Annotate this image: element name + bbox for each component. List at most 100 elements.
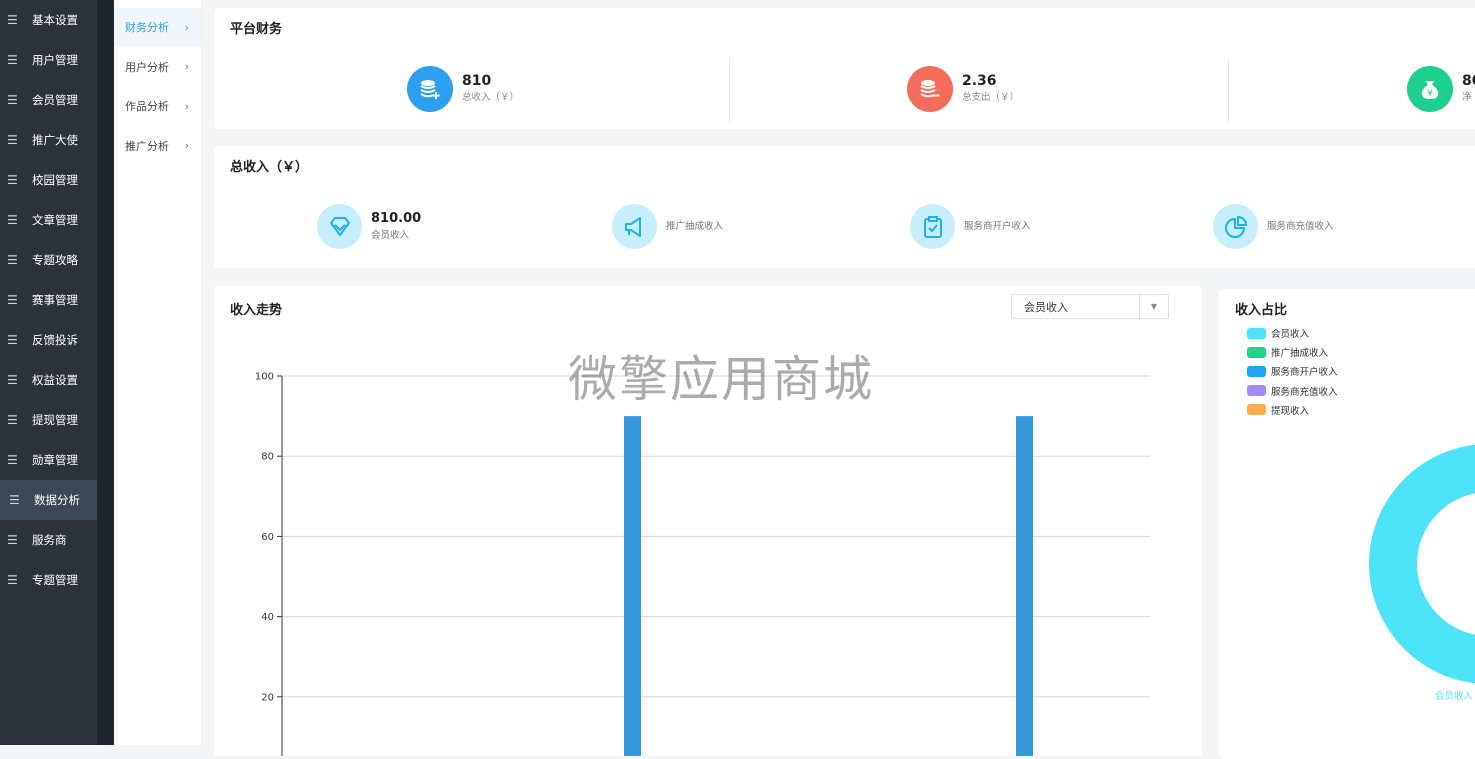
stat-net: ¥ 80 净 <box>1407 66 1475 112</box>
income-label: 推广抽成收入 <box>666 220 724 232</box>
y-tick-label: 100 <box>255 372 274 383</box>
nav-item-14[interactable]: ☰ 专题管理 <box>0 560 97 600</box>
nav-item-11[interactable]: ☰ 勋章管理 <box>0 440 97 480</box>
stat-total-expense: 2.36 总支出（￥） <box>907 66 1019 112</box>
clipboard-check-icon <box>910 204 955 249</box>
bar[interactable] <box>1016 416 1033 756</box>
donut-slice-label: 会员收入 <box>1435 691 1474 702</box>
main-nav: ☰ 基本设置 ☰ 用户管理 ☰ 会员管理 ☰ 推广大使 ☰ 校园管理 ☰ 文章管理 ☰ 专题攻略 ☰ 赛事管理… <box>0 0 97 745</box>
menu-icon: ☰ <box>7 173 18 187</box>
nav-item-label: 校园管理 <box>32 173 78 187</box>
menu-icon: ☰ <box>7 133 18 147</box>
nav-item-label: 用户管理 <box>32 53 78 67</box>
income-promotion: 推广抽成收入 <box>612 204 723 249</box>
nav-item-label: 勋章管理 <box>32 453 78 467</box>
nav-item-label: 文章管理 <box>32 213 78 227</box>
nav-item-3[interactable]: ☰ 推广大使 <box>0 120 97 160</box>
nav-item-5[interactable]: ☰ 文章管理 <box>0 200 97 240</box>
nav-item-label: 专题管理 <box>32 573 78 587</box>
chevron-right-icon: › <box>184 99 189 113</box>
y-tick-label: 60 <box>261 532 274 543</box>
stat-value: 2.36 <box>962 73 997 89</box>
chevron-right-icon: › <box>184 60 189 73</box>
income-label: 服务商充值收入 <box>1267 220 1334 232</box>
stat-label: 净 <box>1462 92 1472 103</box>
nav-item-6[interactable]: ☰ 专题攻略 <box>0 240 97 280</box>
menu-icon: ☰ <box>7 93 18 107</box>
divider <box>729 58 730 122</box>
nav-item-label: 反馈投诉 <box>32 333 78 347</box>
submenu-item-3[interactable]: 推广分析 › <box>114 127 201 165</box>
nav-item-label: 推广大使 <box>32 133 78 147</box>
pie-chart-icon <box>1213 204 1258 249</box>
submenu-item-2[interactable]: 作品分析 › <box>114 87 201 125</box>
svg-text:¥: ¥ <box>1427 89 1433 99</box>
menu-icon: ☰ <box>7 53 18 67</box>
chevron-right-icon: › <box>184 139 189 152</box>
submenu-item-label: 推广分析 <box>125 139 169 153</box>
stat-value: 810 <box>462 73 492 89</box>
menu-icon: ☰ <box>7 213 18 227</box>
chevron-up-icon[interactable]: ⌃ <box>101 0 110 7</box>
watermark: 微擎应用商城 <box>568 351 875 408</box>
menu-icon: ☰ <box>7 533 18 547</box>
nav-item-10[interactable]: ☰ 提现管理 <box>0 400 97 440</box>
sub-menu: 财务分析 › 用户分析 › 作品分析 › 推广分析 › <box>114 0 202 745</box>
nav-item-1[interactable]: ☰ 用户管理 <box>0 40 97 80</box>
nav-item-label: 赛事管理 <box>32 293 78 307</box>
stat-label: 总收入（￥） <box>462 92 520 103</box>
nav-item-8[interactable]: ☰ 反馈投诉 <box>0 320 97 360</box>
stat-value: 80 <box>1462 73 1475 89</box>
card-title: 平台财务 <box>230 22 283 37</box>
menu-icon: ☰ <box>7 253 18 267</box>
menu-icon: ☰ <box>7 573 18 587</box>
coins-plus-icon <box>407 66 453 112</box>
submenu-item-label: 作品分析 <box>125 100 169 113</box>
megaphone-icon <box>612 204 657 249</box>
menu-icon: ☰ <box>9 493 20 507</box>
nav-item-label: 权益设置 <box>32 373 78 387</box>
income-label: 会员收入 <box>371 229 410 241</box>
nav-item-label: 数据分析 <box>34 493 80 507</box>
nav-collapse-strip[interactable]: ⌃ <box>97 0 114 745</box>
y-tick-label: 40 <box>261 612 274 623</box>
submenu-item-1[interactable]: 用户分析 › <box>114 48 201 86</box>
total-income-card: 总收入（￥） 810.00 会员收入 推广抽成收入 服务商开户收入 服务商充值收入 <box>214 146 1475 268</box>
card-title: 总收入（￥） <box>230 160 309 175</box>
nav-item-label: 会员管理 <box>32 93 78 107</box>
nav-item-0[interactable]: ☰ 基本设置 <box>0 0 97 40</box>
bar[interactable] <box>624 416 641 756</box>
donut-slice[interactable] <box>1369 444 1475 684</box>
submenu-item-label: 财务分析 <box>125 21 169 34</box>
income-value: 810.00 <box>371 210 422 226</box>
nav-item-label: 基本设置 <box>32 13 78 27</box>
income-label: 服务商开户收入 <box>964 220 1031 232</box>
menu-icon: ☰ <box>7 453 18 467</box>
submenu-item-0[interactable]: 财务分析 › <box>114 8 201 46</box>
nav-item-label: 专题攻略 <box>32 253 78 267</box>
nav-item-9[interactable]: ☰ 权益设置 <box>0 360 97 400</box>
nav-item-label: 服务商 <box>32 533 67 547</box>
divider <box>1228 58 1229 122</box>
platform-finance-card: 平台财务 810 总收入（￥） 2.36 总支出（￥） ¥ 80 净 <box>214 8 1475 129</box>
stat-label: 总支出（￥） <box>962 92 1020 103</box>
menu-icon: ☰ <box>7 293 18 307</box>
menu-icon: ☰ <box>7 413 18 427</box>
y-tick-label: 80 <box>261 452 274 463</box>
income-member: 810.00 会员收入 <box>317 204 421 249</box>
coins-minus-icon <box>907 66 953 112</box>
income-provider-open: 服务商开户收入 <box>910 204 1031 249</box>
income-ratio-card: 收入占比 会员收入 推广抽成收入 服务商开户收入 服务商充值收入 提现收入 会员收入 <box>1219 289 1475 759</box>
diamond-icon <box>317 204 362 249</box>
nav-item-7[interactable]: ☰ 赛事管理 <box>0 280 97 320</box>
menu-icon: ☰ <box>7 333 18 347</box>
nav-item-4[interactable]: ☰ 校园管理 <box>0 160 97 200</box>
income-provider-recharge: 服务商充值收入 <box>1213 204 1334 249</box>
nav-item-label: 提现管理 <box>32 413 78 427</box>
stat-total-income: 810 总收入（￥） <box>407 66 519 112</box>
nav-item-2[interactable]: ☰ 会员管理 <box>0 80 97 120</box>
nav-item-12[interactable]: ☰ 数据分析 <box>0 480 97 520</box>
chevron-right-icon: › <box>184 20 189 34</box>
submenu-item-label: 用户分析 <box>125 60 169 74</box>
nav-item-13[interactable]: ☰ 服务商 <box>0 520 97 560</box>
